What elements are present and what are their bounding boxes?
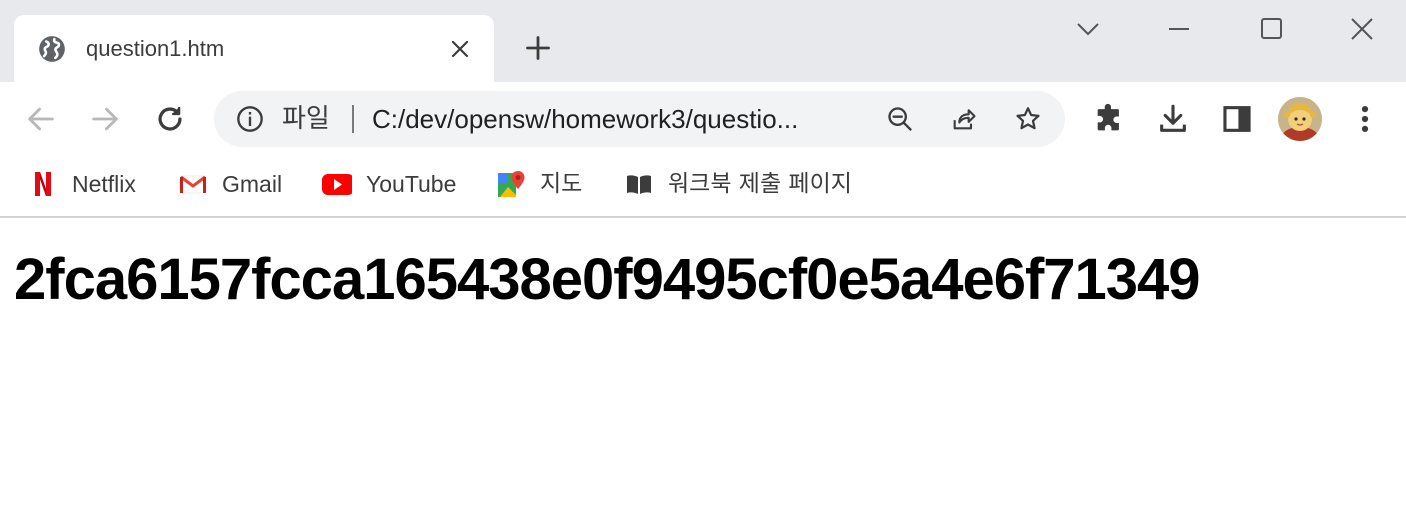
bookmark-label: 워크북 제출 페이지 bbox=[668, 171, 852, 197]
youtube-icon bbox=[322, 174, 352, 195]
bookmark-label: Gmail bbox=[222, 171, 283, 197]
bookmark-workbook[interactable]: 워크북 제출 페이지 bbox=[624, 168, 852, 200]
bookmarks-bar: Netflix Gmail YouTube 지도 워크북 제출 페이지 bbox=[0, 156, 1406, 218]
active-tab[interactable]: question1.htm bbox=[14, 15, 494, 82]
download-icon[interactable] bbox=[1156, 102, 1190, 136]
info-icon[interactable] bbox=[236, 105, 264, 133]
bookmark-maps[interactable]: 지도 bbox=[496, 168, 582, 200]
forward-arrow-icon[interactable] bbox=[88, 102, 122, 136]
bookmark-label: Netflix bbox=[72, 171, 136, 197]
tab-strip: question1.htm bbox=[0, 0, 1406, 82]
url-scheme-label: 파일 bbox=[282, 104, 330, 134]
profile-avatar-icon bbox=[1278, 97, 1322, 141]
book-icon bbox=[627, 175, 651, 194]
side-panel-icon[interactable] bbox=[1220, 102, 1254, 136]
avatar[interactable] bbox=[1278, 97, 1322, 141]
toolbar: 파일 C:/dev/opensw/homework3/questio... bbox=[0, 82, 1406, 156]
back-arrow-icon[interactable] bbox=[24, 102, 58, 136]
minimize-icon[interactable] bbox=[1164, 14, 1194, 44]
star-icon[interactable] bbox=[1014, 105, 1042, 133]
share-icon[interactable] bbox=[950, 105, 978, 133]
reload-icon[interactable] bbox=[153, 102, 187, 136]
bookmark-label: YouTube bbox=[366, 171, 457, 197]
maps-icon bbox=[498, 171, 525, 197]
page-heading: 2fca6157fcca165438e0f9495cf0e5a4e6f71349 bbox=[14, 247, 1201, 312]
chevron-down-icon[interactable] bbox=[1073, 14, 1103, 44]
gmail-icon bbox=[179, 175, 207, 194]
tab-title: question1.htm bbox=[86, 36, 225, 61]
maximize-icon[interactable] bbox=[1256, 14, 1286, 44]
extensions-icon[interactable] bbox=[1092, 102, 1126, 136]
close-window-icon[interactable] bbox=[1347, 14, 1377, 44]
address-bar[interactable]: 파일 C:/dev/opensw/homework3/questio... bbox=[214, 91, 1065, 147]
url-separator bbox=[352, 105, 354, 133]
netflix-icon bbox=[35, 172, 51, 196]
bookmark-label: 지도 bbox=[540, 171, 583, 197]
browser-window: question1.htm 파일 C:/dev/opensw/homework3… bbox=[0, 0, 1406, 514]
globe-icon bbox=[39, 36, 65, 62]
zoom-out-icon[interactable] bbox=[886, 105, 914, 133]
more-vert-icon[interactable] bbox=[1348, 102, 1382, 136]
page-content: 2fca6157fcca165438e0f9495cf0e5a4e6f71349 bbox=[0, 220, 1406, 514]
bookmark-netflix[interactable]: Netflix bbox=[28, 168, 136, 200]
url-text[interactable]: C:/dev/opensw/homework3/questio... bbox=[372, 103, 798, 135]
close-tab-icon[interactable] bbox=[448, 37, 472, 61]
bookmark-gmail[interactable]: Gmail bbox=[178, 168, 282, 200]
bookmark-youtube[interactable]: YouTube bbox=[322, 168, 456, 200]
new-tab-icon[interactable] bbox=[524, 34, 552, 62]
